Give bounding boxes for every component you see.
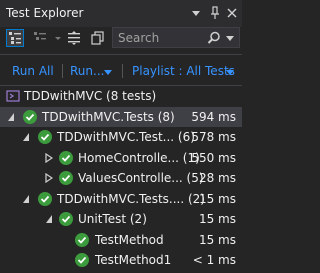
passed-icon bbox=[75, 253, 89, 267]
expanded-arrow-icon[interactable] bbox=[45, 214, 53, 224]
node-label: TestMethod1 bbox=[95, 253, 172, 267]
node-duration: 15 ms bbox=[198, 233, 236, 247]
tree-row[interactable]: HomeControlle... (1) 550 ms bbox=[0, 148, 242, 168]
expanded-arrow-icon[interactable] bbox=[7, 112, 15, 122]
passed-icon bbox=[23, 110, 37, 124]
window-title: Test Explorer bbox=[6, 6, 84, 20]
pin-icon[interactable] bbox=[207, 5, 223, 21]
node-label: UnitTest (2) bbox=[78, 212, 147, 226]
node-duration: < 1 ms bbox=[192, 253, 236, 267]
chevron-down-icon[interactable] bbox=[226, 68, 234, 76]
copy-icon[interactable] bbox=[90, 30, 106, 46]
window-menu-icon[interactable] bbox=[188, 5, 204, 21]
group-by-icon[interactable] bbox=[6, 29, 24, 47]
search-options-icon[interactable] bbox=[225, 32, 235, 44]
tree-row[interactable]: TDDwithMVC.Tests (8) 594 ms bbox=[0, 107, 242, 127]
node-duration: 28 ms bbox=[198, 171, 236, 185]
expanded-arrow-icon[interactable] bbox=[22, 194, 30, 204]
passed-icon bbox=[75, 233, 89, 247]
node-duration: 15 ms bbox=[198, 212, 236, 226]
project-row[interactable]: TDDwithMVC (8 tests) bbox=[0, 86, 242, 106]
divider bbox=[62, 64, 63, 78]
test-project-icon bbox=[6, 90, 20, 102]
passed-icon bbox=[59, 212, 73, 226]
passed-icon bbox=[59, 151, 73, 165]
search-icon[interactable] bbox=[207, 31, 221, 45]
node-label: TDDwithMVC.Tests.... (2) bbox=[57, 192, 205, 206]
playlist-dropdown[interactable]: Playlist : All Tests bbox=[132, 64, 235, 78]
node-duration: 594 ms bbox=[191, 110, 236, 124]
tree-row[interactable]: TDDwithMVC.Test... (6) 578 ms bbox=[0, 127, 242, 147]
close-icon[interactable] bbox=[224, 5, 240, 21]
node-label: TDDwithMVC.Test... (6) bbox=[57, 130, 195, 144]
expanded-arrow-icon[interactable] bbox=[22, 132, 30, 142]
node-duration: 550 ms bbox=[191, 151, 236, 165]
collapsed-arrow-icon[interactable] bbox=[45, 173, 53, 183]
run-dropdown[interactable]: Run... bbox=[70, 64, 104, 78]
action-bar: Run All Run... Playlist : All Tests bbox=[0, 55, 242, 85]
tree-row[interactable]: TestMethod 15 ms bbox=[0, 230, 242, 250]
dropdown-arrow-icon[interactable] bbox=[50, 30, 66, 46]
hierarchy-view-icon[interactable] bbox=[32, 30, 48, 46]
node-duration: 15 ms bbox=[198, 192, 236, 206]
expand-all-icon[interactable] bbox=[66, 30, 82, 46]
project-label: TDDwithMVC (8 tests) bbox=[24, 89, 157, 103]
title-bar: Test Explorer bbox=[0, 0, 242, 27]
run-all-link[interactable]: Run All bbox=[12, 64, 54, 78]
node-label: TDDwithMVC.Tests (8) bbox=[42, 110, 175, 124]
collapsed-arrow-icon[interactable] bbox=[45, 153, 53, 163]
node-label: ValuesControlle... (5) bbox=[78, 171, 204, 185]
chevron-down-icon[interactable] bbox=[104, 68, 112, 76]
passed-icon bbox=[38, 192, 52, 206]
passed-icon bbox=[38, 130, 52, 144]
tree-row[interactable]: TDDwithMVC.Tests.... (2) 15 ms bbox=[0, 189, 242, 209]
tree-row[interactable]: ValuesControlle... (5) 28 ms bbox=[0, 168, 242, 188]
divider bbox=[122, 64, 123, 78]
search-placeholder: Search bbox=[118, 31, 160, 45]
node-label: TestMethod bbox=[95, 233, 164, 247]
node-label: HomeControlle... (1) bbox=[78, 151, 200, 165]
node-duration: 578 ms bbox=[191, 130, 236, 144]
tree-row[interactable]: TestMethod1 < 1 ms bbox=[0, 250, 242, 270]
passed-icon bbox=[59, 171, 73, 185]
tree-row[interactable]: UnitTest (2) 15 ms bbox=[0, 209, 242, 229]
search-input[interactable]: Search bbox=[112, 27, 240, 48]
